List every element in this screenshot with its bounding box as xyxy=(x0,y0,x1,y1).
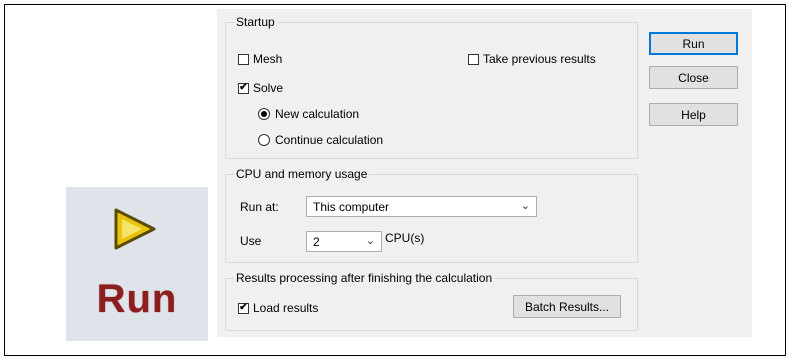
continue-calculation-radio-circle[interactable] xyxy=(258,134,270,146)
load-results-label: Load results xyxy=(253,301,319,315)
continue-calculation-radio[interactable]: Continue calculation xyxy=(258,133,383,147)
load-results-checkbox-box[interactable]: ✔ xyxy=(238,302,249,314)
new-calculation-radio[interactable]: New calculation xyxy=(258,107,359,121)
close-button[interactable]: Close xyxy=(649,66,738,89)
cpu-count-value: 2 xyxy=(313,234,320,249)
continue-calculation-label: Continue calculation xyxy=(275,133,384,147)
run-dialog: Startup Mesh Take previous results ✔ Sol… xyxy=(217,9,752,337)
run-at-value: This computer xyxy=(313,199,390,214)
take-previous-checkbox[interactable]: Take previous results xyxy=(468,52,596,66)
run-toolbar-tile[interactable]: Run xyxy=(66,187,208,341)
play-triangle-icon xyxy=(114,208,156,250)
run-at-select[interactable]: This computer ⌄ xyxy=(306,196,537,217)
results-processing-legend: Results processing after finishing the c… xyxy=(236,271,493,285)
mesh-label: Mesh xyxy=(253,52,283,66)
cpu-memory-legend: CPU and memory usage xyxy=(236,167,368,181)
batch-results-button[interactable]: Batch Results... xyxy=(513,295,621,318)
use-label: Use xyxy=(240,234,262,248)
cpu-count-select[interactable]: 2 ⌄ xyxy=(306,231,382,252)
help-button[interactable]: Help xyxy=(649,103,738,126)
run-button[interactable]: Run xyxy=(649,32,738,55)
load-results-checkbox[interactable]: ✔ Load results xyxy=(238,301,318,315)
solve-label: Solve xyxy=(253,81,284,95)
take-previous-checkbox-box[interactable] xyxy=(468,53,479,65)
run-at-label: Run at: xyxy=(240,200,279,214)
mesh-checkbox-box[interactable] xyxy=(238,53,249,65)
new-calculation-label: New calculation xyxy=(275,107,360,121)
mesh-checkbox[interactable]: Mesh xyxy=(238,52,282,66)
solve-checkbox[interactable]: ✔ Solve xyxy=(238,81,283,95)
cpus-label: CPU(s) xyxy=(385,231,425,245)
startup-legend: Startup xyxy=(236,15,275,29)
take-previous-label: Take previous results xyxy=(483,52,596,66)
chevron-down-icon[interactable]: ⌄ xyxy=(366,234,375,247)
solve-checkbox-box[interactable]: ✔ xyxy=(238,82,249,94)
chevron-down-icon[interactable]: ⌄ xyxy=(521,199,530,212)
run-tile-label: Run xyxy=(96,277,178,321)
radio-selected-dot xyxy=(261,111,267,117)
new-calculation-radio-circle[interactable] xyxy=(258,108,270,120)
